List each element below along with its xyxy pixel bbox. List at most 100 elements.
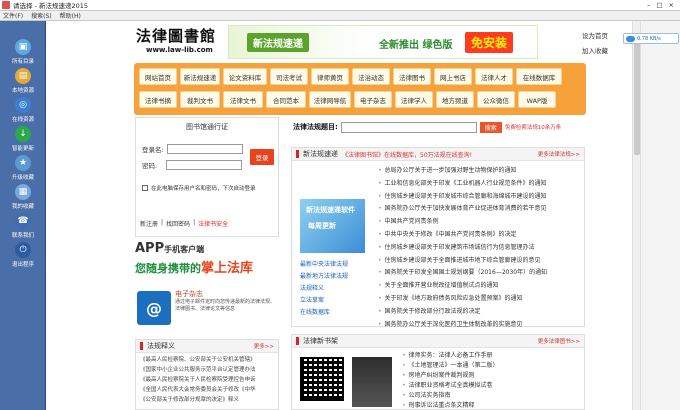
- list-item[interactable]: 《最高人民检察院关于人民检察院受理控告申诉: [140, 375, 274, 385]
- sidebar-item-favorites[interactable]: ▦ 我的收藏: [0, 184, 46, 210]
- vertical-scrollbar[interactable]: [632, 21, 640, 410]
- nav-wap[interactable]: WAP版: [518, 91, 556, 108]
- network-speed: 0.78 KB/s: [637, 35, 661, 42]
- list-item[interactable]: 《最高人民检察院、公安部关于公安机关管辖》: [140, 355, 274, 365]
- list-item[interactable]: 国务院关于印发全国国土规划纲要（2016—2030年）的通知: [378, 267, 578, 280]
- side-link[interactable]: 在线数据库: [300, 307, 348, 319]
- list-item[interactable]: 公司法实务指南: [402, 391, 582, 401]
- side-link[interactable]: 法规释义: [300, 283, 348, 295]
- emagazine-promo[interactable]: @ 电子杂志 通过电子邮件定时向您传递最新的法律法规、法律图书、法律论文等信息: [135, 289, 279, 339]
- list-item[interactable]: 《全国人民代表大会常务委员会关于修改《中华: [140, 385, 274, 395]
- minimize-icon[interactable]: –: [647, 1, 650, 9]
- nav-online-db[interactable]: 在线数据库: [516, 68, 562, 85]
- list-item[interactable]: 法律职业资格考试全真模拟试卷: [402, 381, 582, 391]
- list-item[interactable]: 工业和信息化部关于印发《工业机器人行业规范条件》的通知: [378, 178, 578, 191]
- username-input[interactable]: [166, 144, 243, 154]
- sidebar-item-upgrade[interactable]: ★ 升级收藏: [0, 155, 46, 181]
- nav-new-laws[interactable]: 新法规速递: [180, 68, 220, 85]
- download-icon: ↓: [15, 126, 31, 142]
- list-item[interactable]: 《公安部关于修改部分规章的决定》释义: [140, 395, 274, 405]
- sidebar-item-exit[interactable]: ⏻ 退出程序: [0, 242, 46, 268]
- nav-book-excerpts[interactable]: 法律书摘: [139, 91, 177, 108]
- nav-law-books[interactable]: 法律图书: [393, 68, 431, 85]
- nav-papers[interactable]: 论文资料库: [223, 68, 267, 85]
- nav-talent[interactable]: 法律人才: [475, 68, 513, 85]
- list-item[interactable]: 刑事诉讼法重点条文精释: [402, 401, 582, 410]
- window-titlebar: 请选择 - 新法规速递2015 – □ ×: [0, 0, 680, 11]
- search-input[interactable]: [340, 121, 477, 133]
- folder-icon: ▦: [15, 184, 31, 200]
- remember-checkbox[interactable]: [142, 185, 148, 191]
- menu-help[interactable]: 帮助(H): [60, 11, 81, 20]
- promo-banner[interactable]: 新法规速递 全新推出 绿色版 免安装: [228, 25, 538, 59]
- new-laws-panel: 新法规速递 《法律图书馆》在线数据库，50万法规在线查询! 更多法律法规>> 新…: [291, 147, 585, 328]
- recover-password-link[interactable]: 找回密码: [166, 219, 190, 228]
- software-promo-image[interactable]: 新法规速递软件 每周更新: [300, 199, 365, 253]
- power-icon: ⏻: [15, 242, 31, 258]
- set-homepage-link[interactable]: 设为首页: [582, 29, 608, 44]
- side-link[interactable]: 最新中央法律法规: [300, 259, 348, 271]
- news-side-links: 最新中央法律法规 最新地方法律法规 法规释义 立法草案 在线数据库: [300, 259, 348, 319]
- nav-judgments[interactable]: 裁判文书: [180, 91, 220, 108]
- list-item[interactable]: 住房城乡建设部关于印发建筑市场诚信行为信息管理办法: [378, 242, 578, 255]
- more-link[interactable]: 更多法律法规>>: [538, 150, 584, 158]
- add-favorite-link[interactable]: 加入收藏: [582, 44, 608, 59]
- sidebar-item-online-resources[interactable]: ◎ 在线资源: [0, 97, 46, 123]
- app-ad[interactable]: APP手机客户端 您随身携带的掌上法库: [135, 241, 279, 285]
- site-logo[interactable]: 法律圖書館: [136, 25, 216, 46]
- app-icon: [2, 1, 10, 9]
- nav-scholars[interactable]: 法律学人: [395, 91, 433, 108]
- menu-search[interactable]: 搜索(S): [31, 11, 52, 20]
- sidebar-item-local-resources[interactable]: ▤ 本地资源: [0, 68, 46, 94]
- online-db-promo[interactable]: 《法律图书馆》在线数据库，50万法规在线查询!: [342, 150, 472, 159]
- list-item[interactable]: 房地产纠纷案件裁判规则: [402, 371, 582, 381]
- menu-file[interactable]: 文件(F): [3, 11, 23, 20]
- nav-legal-docs[interactable]: 法律文书: [223, 91, 263, 108]
- list-item[interactable]: 住房城乡建设部关于全面推进城市地下综合管廊建设的意见: [378, 255, 578, 268]
- nav-emagazine[interactable]: 电子杂志: [354, 91, 392, 108]
- close-icon[interactable]: ×: [669, 1, 674, 9]
- more-link[interactable]: 更多法律图书>>: [538, 337, 584, 345]
- sidebar-item-smart-update[interactable]: ↓ 智能更新: [0, 126, 46, 152]
- login-button[interactable]: 登录: [250, 149, 274, 165]
- list-item[interactable]: 关于全面推开营业税改征增值税试点的通知: [378, 280, 578, 293]
- search-button[interactable]: 搜索: [479, 121, 502, 133]
- search-label: 法律法规题目:: [293, 123, 338, 131]
- sidebar-item-all-catalog[interactable]: ▣ 所有目录: [0, 39, 46, 65]
- search-hint[interactable]: 免费检索法规10余万条: [505, 123, 562, 131]
- book-cover[interactable]: [352, 357, 392, 407]
- nav-bookstore[interactable]: 网上书店: [434, 68, 472, 85]
- nav-directory[interactable]: 法律网导航: [309, 91, 351, 108]
- more-link[interactable]: 更多>>: [254, 342, 278, 350]
- register-link[interactable]: 新注册: [140, 219, 158, 228]
- list-item[interactable]: 《国家中小企业公共服务示范平台认定管理办法: [140, 365, 274, 375]
- nav-judicial-exam[interactable]: 司法考试: [270, 68, 308, 85]
- network-speed-widget[interactable]: 0.78 KB/s: [623, 33, 679, 44]
- emagazine-title: 电子杂志: [175, 290, 203, 298]
- list-item[interactable]: 《土地管理法》一本通（第二版）: [402, 361, 582, 371]
- list-item[interactable]: 律师实务：法律人必备工作手册: [402, 351, 582, 361]
- maximize-icon[interactable]: □: [656, 1, 662, 9]
- list-item[interactable]: 国务院办公厅关于加快发展体育产业促进体育消费的若干意见: [378, 203, 578, 216]
- nav-home[interactable]: 网站首页: [139, 68, 177, 85]
- sidebar-item-contact[interactable]: ☎ 联系我们: [0, 213, 46, 239]
- nav-legal-news[interactable]: 法治动态: [352, 68, 390, 85]
- list-item[interactable]: 住房城乡建设部关于印发城市综合管廊和海绵城市建设的通知: [378, 191, 578, 204]
- list-item[interactable]: 国务院办公厅关于深化医药卫生体制改革的实施意见: [378, 319, 578, 332]
- nav-local[interactable]: 地方频道: [436, 91, 474, 108]
- nav-wechat[interactable]: 公众微信: [477, 91, 515, 108]
- list-item[interactable]: 中共中央关于修改《中国共产党问责条例》的决定: [378, 229, 578, 242]
- list-item[interactable]: 国务院关于修改部分行政法规的决定: [378, 306, 578, 319]
- window-title: 请选择 - 新法规速递2015: [13, 2, 89, 10]
- news-list: 总局办公厅关于进一步加强对野生动物保护的通知 工业和信息化部关于印发《工业机器人…: [378, 165, 578, 331]
- side-link[interactable]: 立法草案: [300, 295, 348, 307]
- list-item[interactable]: 中国共产党问责条例: [378, 216, 578, 229]
- side-link[interactable]: 最新地方法律法规: [300, 271, 348, 283]
- list-item[interactable]: 关于印发《地方政府债务风险应急处置预案》的通知: [378, 293, 578, 306]
- nav-lawyers[interactable]: 律师黄页: [311, 68, 349, 85]
- nav-contracts[interactable]: 合同范本: [266, 91, 306, 108]
- password-input[interactable]: [166, 160, 243, 170]
- safety-link[interactable]: 法律书安全: [198, 219, 228, 228]
- list-item[interactable]: 总局办公厅关于进一步加强对野生动物保护的通知: [378, 165, 578, 178]
- banner-tag: 新法规速递: [247, 33, 309, 52]
